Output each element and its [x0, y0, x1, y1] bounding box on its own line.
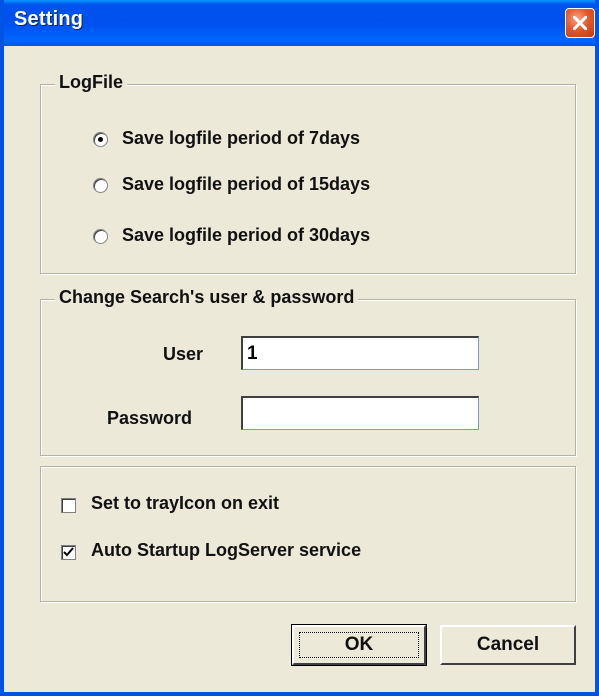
- checkmark-icon: [63, 547, 74, 557]
- credentials-group-title: Change Search's user & password: [55, 287, 359, 308]
- settings-dialog: Setting LogFile Save logfile period of 7…: [0, 0, 599, 696]
- radio-selected-dot: [98, 137, 103, 142]
- ok-focus-rect: [299, 632, 419, 658]
- radio-15days-label[interactable]: Save logfile period of 15days: [122, 174, 370, 195]
- radio-15days[interactable]: [93, 178, 108, 193]
- autostart-checkbox-label[interactable]: Auto Startup LogServer service: [91, 540, 361, 561]
- options-group: Set to trayIcon on exit Auto Startup Log…: [40, 466, 576, 602]
- logfile-group-title: LogFile: [55, 72, 127, 93]
- title-bar[interactable]: Setting: [4, 0, 595, 46]
- radio-30days-label[interactable]: Save logfile period of 30days: [122, 225, 370, 246]
- close-icon: [573, 16, 587, 30]
- window-title: Setting: [14, 8, 84, 30]
- password-field[interactable]: [241, 396, 479, 430]
- close-button[interactable]: [565, 8, 595, 38]
- tray-checkbox-label[interactable]: Set to trayIcon on exit: [91, 493, 279, 514]
- password-label: Password: [107, 408, 193, 428]
- user-field[interactable]: [241, 336, 479, 370]
- user-label: User: [163, 344, 204, 364]
- radio-7days-label[interactable]: Save logfile period of 7days: [122, 128, 360, 149]
- radio-7days[interactable]: [93, 132, 108, 147]
- credentials-group: Change Search's user & password User Pas…: [40, 287, 576, 456]
- autostart-checkbox[interactable]: [61, 545, 76, 560]
- logfile-group: LogFile Save logfile period of 7days Sav…: [40, 72, 576, 274]
- cancel-button-label: Cancel: [476, 634, 540, 655]
- cancel-button[interactable]: Cancel: [440, 625, 576, 665]
- tray-checkbox[interactable]: [61, 498, 76, 513]
- ok-button[interactable]: OK: [291, 624, 427, 666]
- radio-30days[interactable]: [93, 229, 108, 244]
